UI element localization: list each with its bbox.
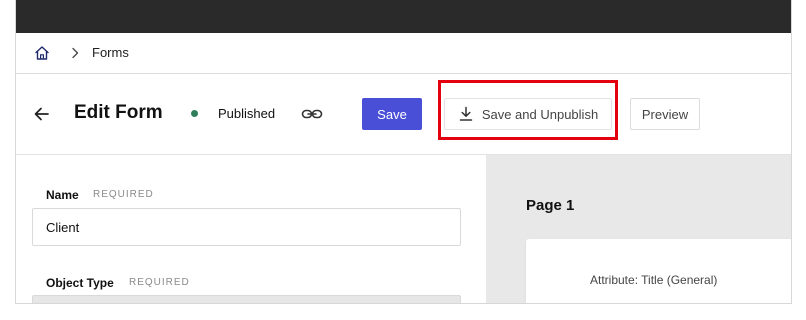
- app-frame: Forms Edit Form Published Save Save and …: [15, 0, 792, 304]
- status-dot: [191, 110, 198, 117]
- name-label: Name: [46, 188, 79, 202]
- breadcrumb-item-forms[interactable]: Forms: [92, 45, 129, 60]
- object-type-select[interactable]: [32, 295, 461, 303]
- save-and-unpublish-label: Save and Unpublish: [481, 106, 599, 122]
- save-and-unpublish-button[interactable]: Save and Unpublish: [444, 98, 612, 130]
- link-icon[interactable]: [301, 106, 323, 122]
- name-field[interactable]: Client: [32, 208, 461, 246]
- status-badge: Published: [218, 106, 276, 121]
- page-title: Edit Form: [74, 102, 163, 123]
- home-icon[interactable]: [34, 45, 50, 61]
- page-header: Edit Form Published Save Save and Unpubl…: [16, 74, 791, 155]
- preview-page-title: Page 1: [526, 197, 575, 214]
- download-icon: [459, 106, 473, 121]
- preview-page-card: Attribute: Title (General): [526, 239, 791, 303]
- preview-button[interactable]: Preview: [630, 98, 700, 130]
- save-button[interactable]: Save: [362, 98, 422, 130]
- form-editor-pane: Name REQUIRED Client Object Type REQUIRE…: [16, 155, 486, 303]
- form-preview-pane: Page 1 Attribute: Title (General): [486, 155, 791, 303]
- attribute-field-preview: Attribute: Title (General): [590, 273, 718, 287]
- chevron-right-icon: [72, 47, 79, 59]
- breadcrumb: Forms: [16, 33, 791, 74]
- top-bar: [16, 0, 791, 33]
- object-type-required-tag: REQUIRED: [129, 277, 190, 288]
- object-type-label: Object Type: [46, 276, 114, 290]
- name-required-tag: REQUIRED: [93, 189, 154, 200]
- arrow-left-icon[interactable]: [32, 104, 52, 124]
